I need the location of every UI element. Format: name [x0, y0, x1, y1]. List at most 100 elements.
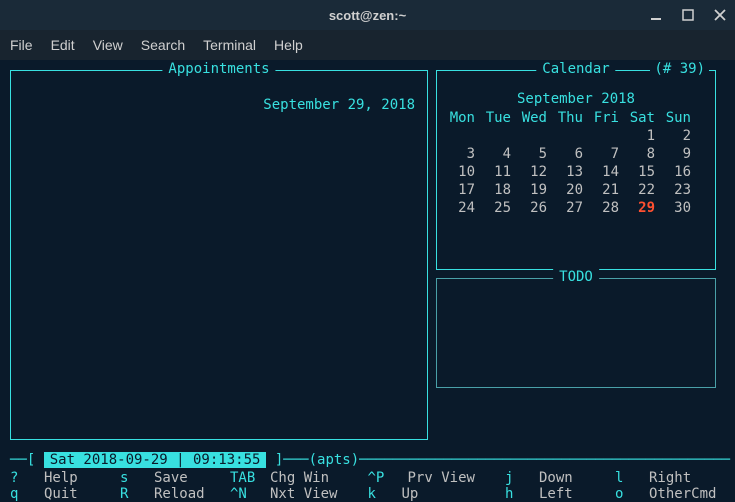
help-key: R: [120, 486, 154, 502]
help-bar: ?HelpsSaveTABChg Win^PPrv ViewjDownlRigh…: [10, 470, 725, 502]
calendar-month: September 2018: [445, 91, 707, 107]
calendar-cell[interactable]: 3: [445, 145, 481, 163]
help-key: TAB: [230, 470, 270, 486]
minimize-icon[interactable]: [649, 8, 663, 22]
help-label: Left: [539, 486, 573, 502]
calendar-cell[interactable]: 12: [517, 163, 553, 181]
help-item: kUp: [368, 486, 506, 502]
calendar-day-header: Tue: [481, 109, 517, 127]
terminal-area[interactable]: Appointments September 29, 2018 Calendar…: [0, 60, 735, 501]
close-icon[interactable]: [713, 8, 727, 22]
calendar-cell[interactable]: 8: [625, 145, 661, 163]
calendar-cell[interactable]: 7: [589, 145, 625, 163]
window-titlebar: scott@zen:~: [0, 0, 735, 30]
help-item: sSave: [120, 470, 230, 486]
calendar-cell[interactable]: [481, 127, 517, 145]
todo-title: TODO: [553, 269, 599, 285]
calendar-cell[interactable]: 30: [661, 199, 697, 217]
appointments-date: September 29, 2018: [19, 97, 419, 113]
help-label: Down: [539, 470, 573, 486]
calendar-today-cell[interactable]: 29: [625, 199, 661, 217]
help-key: ?: [10, 470, 44, 486]
calendar-cell[interactable]: 15: [625, 163, 661, 181]
calendar-cell[interactable]: 5: [517, 145, 553, 163]
calendar-cell[interactable]: 13: [553, 163, 589, 181]
help-key: l: [615, 470, 649, 486]
help-item: jDown: [505, 470, 615, 486]
help-key: ^P: [368, 470, 408, 486]
calendar-cell[interactable]: 28: [589, 199, 625, 217]
calendar-day-header: Mon: [445, 109, 481, 127]
menu-view[interactable]: View: [93, 37, 123, 53]
menubar: File Edit View Search Terminal Help: [0, 30, 735, 60]
help-item: lRight: [615, 470, 725, 486]
appointments-panel[interactable]: Appointments September 29, 2018: [10, 70, 428, 440]
help-key: ^N: [230, 486, 270, 502]
calendar-day-header: Fri: [589, 109, 625, 127]
calendar-cell[interactable]: 4: [481, 145, 517, 163]
calendar-cell[interactable]: 20: [553, 181, 589, 199]
help-label: Save: [154, 470, 188, 486]
calendar-cell[interactable]: [445, 127, 481, 145]
calendar-cell[interactable]: 14: [589, 163, 625, 181]
calendar-cell[interactable]: 9: [661, 145, 697, 163]
help-item: qQuit: [10, 486, 120, 502]
help-item: TABChg Win: [230, 470, 368, 486]
calendar-week-number: (# 39): [650, 61, 709, 77]
help-label: Prv View: [408, 470, 475, 486]
help-key: o: [615, 486, 649, 502]
calendar-cell[interactable]: 10: [445, 163, 481, 181]
calendar-cell[interactable]: 25: [481, 199, 517, 217]
help-label: Chg Win: [270, 470, 329, 486]
help-label: Right: [649, 470, 691, 486]
help-label: Help: [44, 470, 78, 486]
calendar-cell[interactable]: 1: [625, 127, 661, 145]
calendar-cell[interactable]: 18: [481, 181, 517, 199]
calendar-title: Calendar: [536, 61, 615, 77]
calendar-cell[interactable]: [589, 127, 625, 145]
calendar-cell[interactable]: 23: [661, 181, 697, 199]
calendar-cell[interactable]: 27: [553, 199, 589, 217]
menu-help[interactable]: Help: [274, 37, 303, 53]
help-label: Up: [402, 486, 419, 502]
help-label: Nxt View: [270, 486, 337, 502]
menu-edit[interactable]: Edit: [51, 37, 75, 53]
calendar-cell[interactable]: 24: [445, 199, 481, 217]
calendar-cell[interactable]: 21: [589, 181, 625, 199]
help-key: s: [120, 470, 154, 486]
window-title: scott@zen:~: [329, 8, 406, 23]
calendar-cell[interactable]: 19: [517, 181, 553, 199]
calendar-cell[interactable]: 11: [481, 163, 517, 181]
help-label: Reload: [154, 486, 205, 502]
help-item: RReload: [120, 486, 230, 502]
calendar-cell[interactable]: 6: [553, 145, 589, 163]
calendar-cell[interactable]: 22: [625, 181, 661, 199]
help-item: oOtherCmd: [615, 486, 725, 502]
help-label: OtherCmd: [649, 486, 716, 502]
help-key: k: [368, 486, 402, 502]
status-bar: ──[ Sat 2018-09-29 | 09:13:55 ]───(apts)…: [10, 452, 725, 468]
menu-terminal[interactable]: Terminal: [203, 37, 256, 53]
calendar-cell[interactable]: [517, 127, 553, 145]
calendar-day-header: Thu: [553, 109, 589, 127]
calendar-panel[interactable]: Calendar (# 39) September 2018 MonTueWed…: [436, 70, 716, 270]
maximize-icon[interactable]: [681, 8, 695, 22]
menu-search[interactable]: Search: [141, 37, 185, 53]
status-datetime: Sat 2018-09-29 | 09:13:55: [44, 452, 267, 468]
todo-panel[interactable]: TODO: [436, 278, 716, 388]
calendar-day-header: Wed: [517, 109, 553, 127]
help-item: ^NNxt View: [230, 486, 368, 502]
calendar-cell[interactable]: [553, 127, 589, 145]
menu-file[interactable]: File: [10, 37, 33, 53]
window-controls: [649, 8, 727, 22]
help-item: ?Help: [10, 470, 120, 486]
calendar-cell[interactable]: 16: [661, 163, 697, 181]
help-label: Quit: [44, 486, 78, 502]
calendar-cell[interactable]: 26: [517, 199, 553, 217]
help-item: ^PPrv View: [368, 470, 506, 486]
calendar-grid: MonTueWedThuFriSatSun 123456789101112131…: [445, 109, 707, 217]
help-key: h: [505, 486, 539, 502]
calendar-cell[interactable]: 17: [445, 181, 481, 199]
calendar-cell[interactable]: 2: [661, 127, 697, 145]
calendar-day-header: Sun: [661, 109, 697, 127]
